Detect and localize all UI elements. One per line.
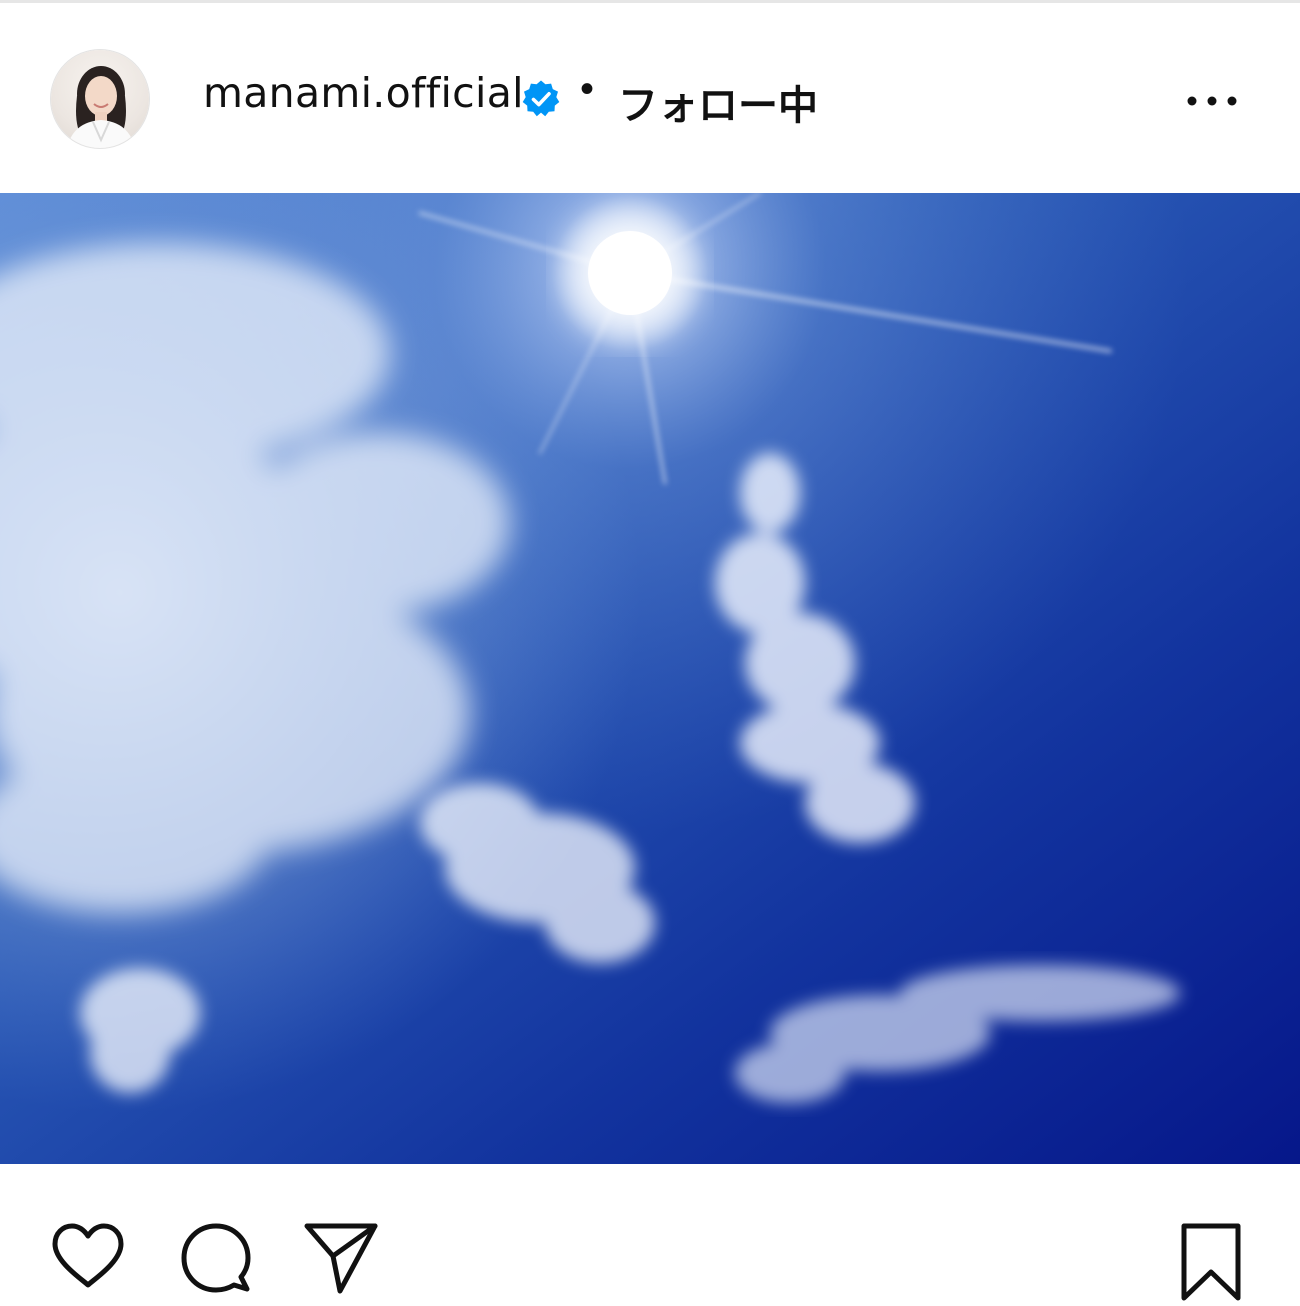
username-link[interactable]: manami.official <box>203 69 524 117</box>
heart-icon[interactable] <box>50 1222 126 1290</box>
following-button[interactable]: フォロー中 <box>618 73 818 131</box>
more-options-icon[interactable] <box>1184 89 1240 113</box>
share-icon[interactable] <box>303 1220 379 1296</box>
post-photo[interactable] <box>0 193 1300 1164</box>
comment-icon[interactable] <box>180 1222 252 1294</box>
verified-badge-icon <box>522 80 560 117</box>
post-header: manami.official • フォロー中 <box>0 3 1300 193</box>
bookmark-icon[interactable] <box>1178 1222 1244 1302</box>
avatar[interactable] <box>51 50 149 148</box>
action-bar <box>0 1164 1300 1306</box>
separator-dot: • <box>580 67 595 111</box>
